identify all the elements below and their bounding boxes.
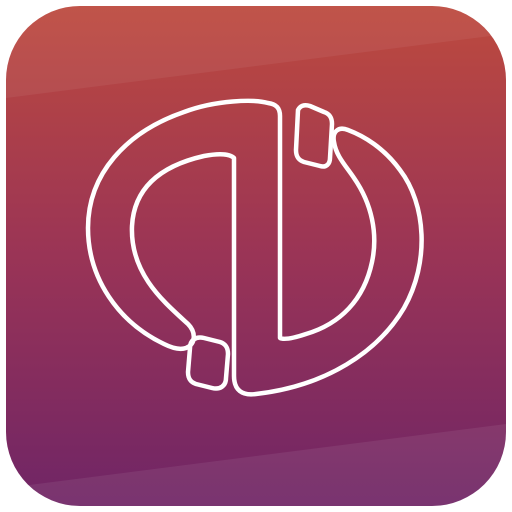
- app-icon-tile[interactable]: [6, 6, 506, 506]
- icon-canvas: [0, 0, 512, 512]
- app-logo-icon: [6, 6, 506, 506]
